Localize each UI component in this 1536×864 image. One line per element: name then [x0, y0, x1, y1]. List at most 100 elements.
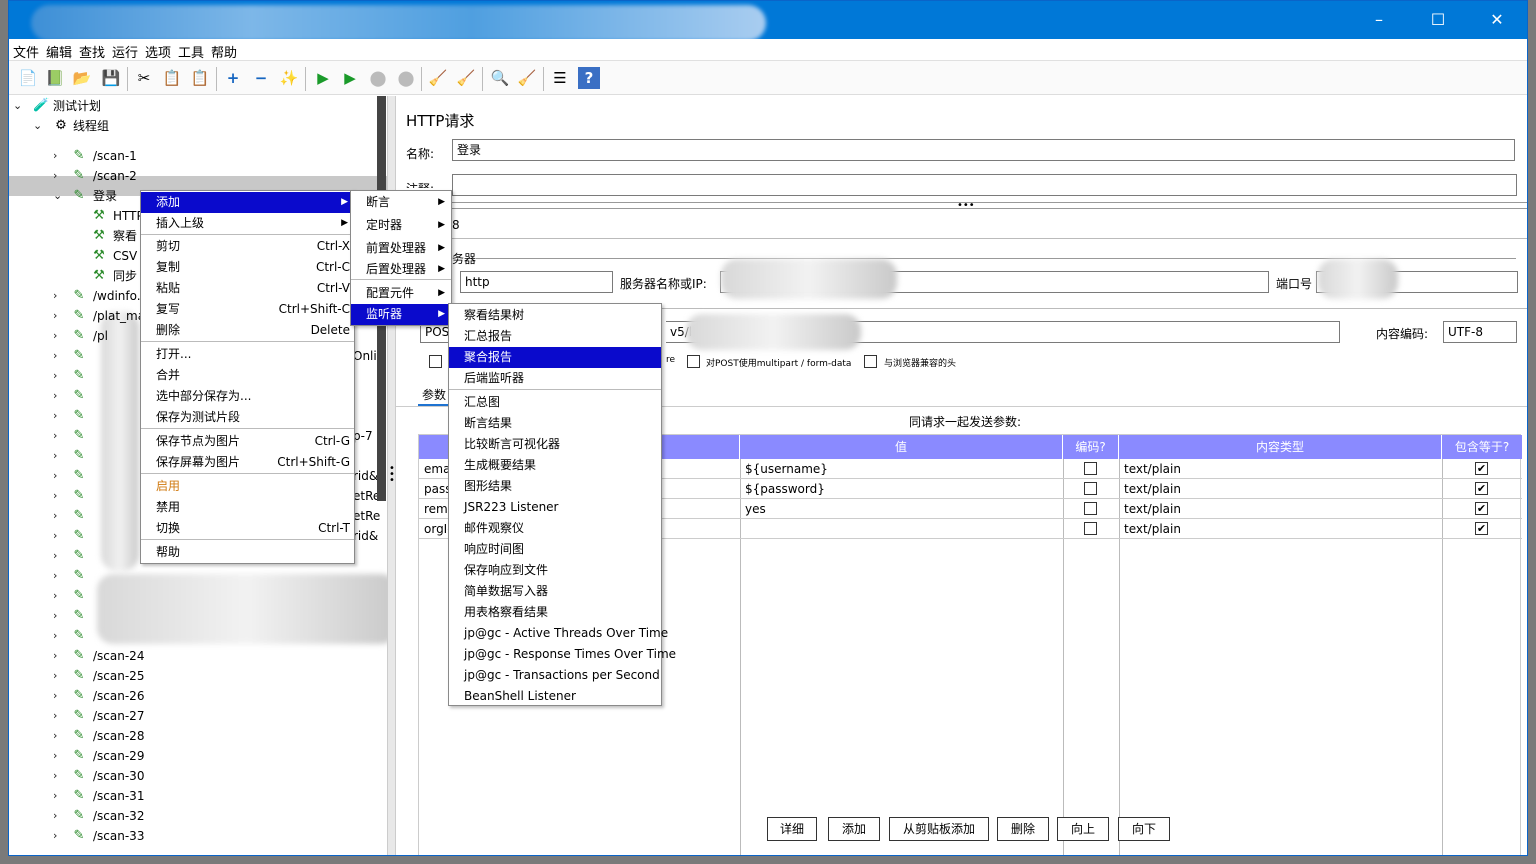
listener-menu-item[interactable]: 察看结果树: [449, 305, 661, 326]
minimize-icon[interactable]: –: [1359, 9, 1399, 31]
chevron-right-icon[interactable]: ›: [53, 766, 57, 786]
context-menu-item[interactable]: 打开...: [141, 344, 354, 365]
add-submenu-item[interactable]: 配置元件 ▶: [351, 283, 451, 304]
name-field[interactable]: 登录: [452, 139, 1515, 161]
tree-node[interactable]: › ✎: [9, 486, 99, 506]
templates-icon[interactable]: 📗: [44, 67, 66, 89]
chevron-right-icon[interactable]: ›: [53, 466, 57, 486]
context-menu-item[interactable]: 保存节点为图片 Ctrl-G: [141, 431, 354, 452]
chevron-right-icon[interactable]: ›: [53, 586, 57, 606]
param-value-cell[interactable]: ${username}: [740, 459, 1063, 479]
chevron-right-icon[interactable]: ›: [53, 146, 57, 166]
chevron-right-icon[interactable]: ›: [53, 526, 57, 546]
chevron-right-icon[interactable]: ›: [53, 706, 57, 726]
tree-node[interactable]: › ✎ /scan-32: [9, 806, 387, 826]
listener-menu-item[interactable]: jp@gc - Transactions per Second: [449, 665, 661, 686]
chevron-right-icon[interactable]: ›: [53, 506, 57, 526]
tree-node[interactable]: › ✎ /scan-1: [9, 146, 387, 166]
listener-menu-item[interactable]: 汇总报告: [449, 326, 661, 347]
chevron-right-icon[interactable]: ›: [53, 306, 57, 326]
listener-menu-item[interactable]: 保存响应到文件: [449, 560, 661, 581]
protocol-field[interactable]: http: [460, 271, 613, 293]
include-equals-checkbox[interactable]: ✔: [1475, 502, 1488, 515]
chevron-right-icon[interactable]: ›: [53, 626, 57, 646]
chevron-right-icon[interactable]: ›: [53, 806, 57, 826]
tree-node[interactable]: › ✎: [9, 466, 99, 486]
chevron-right-icon[interactable]: ›: [53, 646, 57, 666]
add-submenu-item[interactable]: 前置处理器 ▶: [351, 238, 451, 259]
menu-0[interactable]: 文件: [13, 42, 39, 61]
tree-node[interactable]: › ✎ /scan-30: [9, 766, 387, 786]
add-submenu-item[interactable]: 监听器 ▶: [351, 304, 451, 325]
encode-checkbox[interactable]: [1084, 462, 1097, 475]
tree-node[interactable]: › ✎ /scan-33: [9, 826, 387, 846]
open-icon[interactable]: 📂: [71, 67, 93, 89]
multipart-checkbox[interactable]: [687, 355, 700, 368]
listener-menu-item[interactable]: 简单数据写入器: [449, 581, 661, 602]
context-menu-item[interactable]: 插入上级 ▶: [141, 213, 354, 234]
chevron-right-icon[interactable]: ›: [53, 406, 57, 426]
tree-node[interactable]: › ✎: [9, 386, 99, 406]
tree-node[interactable]: › ✎: [9, 606, 99, 626]
chevron-right-icon[interactable]: ›: [53, 666, 57, 686]
add-submenu-item[interactable]: 定时器 ▶: [351, 215, 451, 236]
listener-menu-item[interactable]: jp@gc - Response Times Over Time: [449, 644, 676, 665]
menu-1[interactable]: 编辑: [46, 42, 72, 61]
context-menu-item[interactable]: 复写 Ctrl+Shift-C: [141, 299, 354, 320]
param-type-cell[interactable]: text/plain: [1119, 519, 1442, 539]
context-menu-item[interactable]: 添加 ▶: [141, 192, 354, 213]
add-submenu-item[interactable]: 断言 ▶: [351, 192, 451, 213]
chevron-right-icon[interactable]: ›: [53, 286, 57, 306]
param-button-3[interactable]: 删除: [997, 817, 1049, 841]
table-header-value[interactable]: 值: [740, 435, 1063, 459]
tree-node[interactable]: › ✎: [9, 346, 99, 366]
tree-node[interactable]: › ✎: [9, 506, 99, 526]
table-header-include-equals[interactable]: 包含等于?: [1442, 435, 1522, 459]
tree-node[interactable]: › ✎ /scan-27: [9, 706, 387, 726]
param-value-cell[interactable]: ${password}: [740, 479, 1063, 499]
param-type-cell[interactable]: text/plain: [1119, 459, 1442, 479]
paste-icon[interactable]: 📋: [189, 67, 211, 89]
chevron-right-icon[interactable]: ›: [53, 366, 57, 386]
listener-menu-item[interactable]: 比较断言可视化器: [449, 434, 661, 455]
menu-3[interactable]: 运行: [112, 42, 138, 61]
copy-icon[interactable]: 📋: [161, 67, 183, 89]
help-icon[interactable]: ?: [578, 67, 600, 89]
context-menu-item[interactable]: 合并: [141, 365, 354, 386]
menu-5[interactable]: 工具: [178, 42, 204, 61]
tree-node[interactable]: › ✎ /scan-26: [9, 686, 387, 706]
context-menu-item[interactable]: 粘贴 Ctrl-V: [141, 278, 354, 299]
listener-menu-item[interactable]: 后端监听器: [449, 368, 661, 389]
chevron-right-icon[interactable]: ›: [53, 726, 57, 746]
tree-node[interactable]: › ✎ /scan-24: [9, 646, 387, 666]
menu-4[interactable]: 选项: [145, 42, 171, 61]
chevron-right-icon[interactable]: ›: [53, 686, 57, 706]
param-type-cell[interactable]: text/plain: [1119, 479, 1442, 499]
context-menu-item[interactable]: 启用: [141, 476, 354, 497]
tree-node[interactable]: › ✎ /scan-29: [9, 746, 387, 766]
param-button-5[interactable]: 向下: [1118, 817, 1170, 841]
listener-menu-item[interactable]: JSR223 Listener: [449, 497, 661, 518]
chevron-right-icon[interactable]: ›: [53, 606, 57, 626]
context-menu-item[interactable]: 复制 Ctrl-C: [141, 257, 354, 278]
tree-node[interactable]: › ✎ /scan-2: [9, 166, 387, 186]
tab-params[interactable]: 参数: [422, 386, 446, 403]
save-icon[interactable]: 💾: [100, 67, 122, 89]
tree-node[interactable]: › ✎: [9, 406, 99, 426]
chevron-right-icon[interactable]: ›: [53, 746, 57, 766]
cut-icon[interactable]: ✂: [133, 67, 155, 89]
listener-menu-item[interactable]: 邮件观察仪: [449, 518, 661, 539]
divider-handle[interactable]: •••: [957, 200, 975, 211]
listener-menu-item[interactable]: 断言结果: [449, 413, 661, 434]
chevron-right-icon[interactable]: ›: [53, 386, 57, 406]
chevron-right-icon[interactable]: ›: [53, 426, 57, 446]
listener-menu-item[interactable]: 聚合报告: [449, 347, 661, 368]
close-icon[interactable]: ✕: [1477, 9, 1517, 31]
comment-field[interactable]: [452, 174, 1517, 196]
expand-icon[interactable]: +: [222, 67, 244, 89]
context-menu-item[interactable]: 保存为测试片段: [141, 407, 354, 428]
listener-menu-item[interactable]: 汇总图: [449, 392, 661, 413]
listener-menu-item[interactable]: 响应时间图: [449, 539, 661, 560]
chevron-right-icon[interactable]: ›: [53, 446, 57, 466]
reset-search-icon[interactable]: 🧹: [516, 67, 538, 89]
